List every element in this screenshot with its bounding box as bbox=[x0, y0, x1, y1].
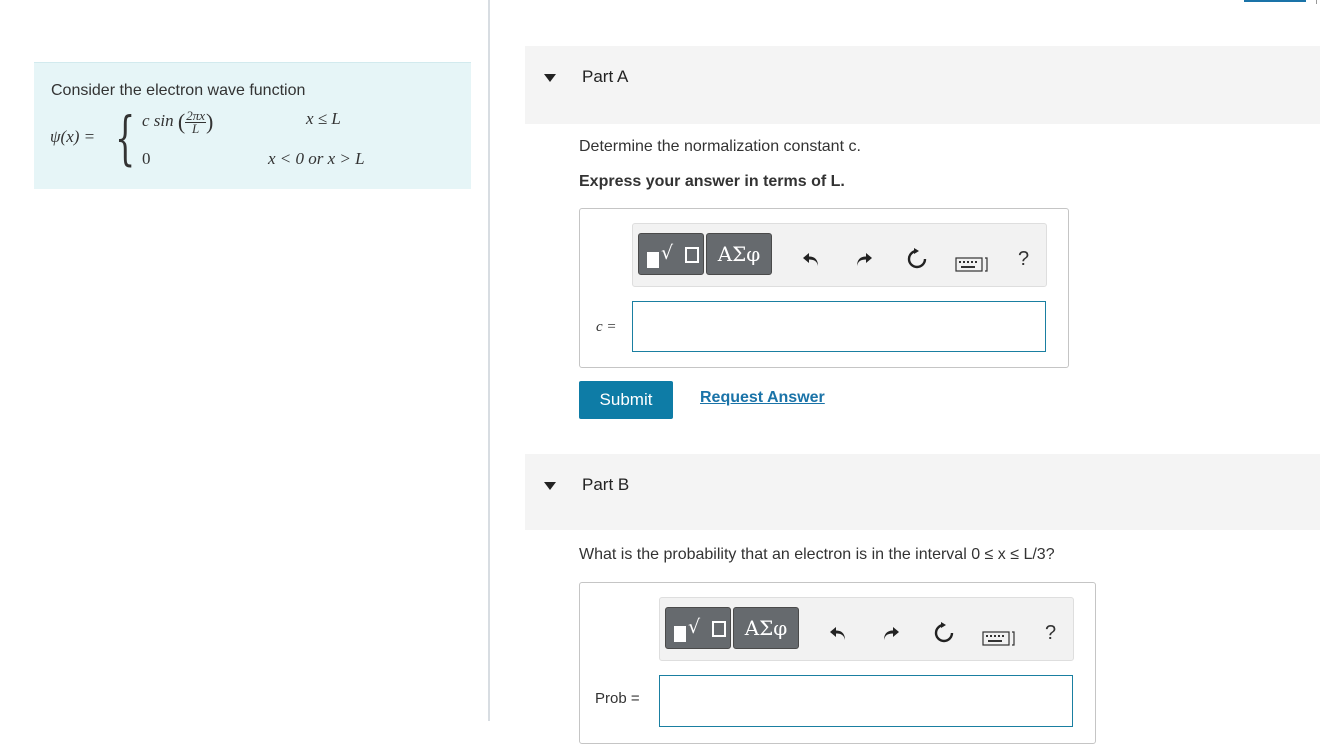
redo-icon[interactable] bbox=[878, 621, 902, 645]
request-answer-link[interactable]: Request Answer bbox=[700, 389, 825, 407]
case2-value: 0 bbox=[142, 149, 151, 168]
top-divider-tick bbox=[1316, 0, 1317, 4]
part-b-answer-input[interactable] bbox=[659, 675, 1073, 727]
templates-button[interactable]: √ bbox=[638, 233, 704, 275]
undo-icon[interactable] bbox=[800, 247, 824, 271]
math-toolbar: √ ΑΣφ ? bbox=[632, 223, 1047, 287]
case2-condition: x < 0 or x > L bbox=[268, 149, 365, 168]
piecewise-brace: { bbox=[115, 104, 136, 172]
part-a-header[interactable]: Part A bbox=[525, 46, 1320, 124]
math-toolbar: √ ΑΣφ ? bbox=[659, 597, 1074, 661]
wave-function-equation: ψ(x) = { c sin (2πx L) x ≤ L 0 x < 0 or x… bbox=[50, 104, 460, 173]
symbols-button[interactable]: ΑΣφ bbox=[706, 233, 772, 275]
help-icon[interactable]: ? bbox=[1018, 248, 1029, 271]
case1-condition: x ≤ L bbox=[306, 109, 341, 128]
case1-fraction: 2πx L bbox=[185, 107, 207, 136]
problem-statement: Consider the electron wave function ψ(x)… bbox=[34, 62, 471, 189]
part-a-answer-box: √ ΑΣφ ? c = bbox=[579, 208, 1069, 368]
part-b-question: What is the probability that an electron… bbox=[579, 546, 1055, 563]
case1-prefix: c sin bbox=[142, 110, 174, 130]
reset-icon[interactable] bbox=[932, 621, 956, 645]
reset-icon[interactable] bbox=[905, 247, 929, 271]
part-b-answer-label: Prob = bbox=[595, 690, 640, 707]
column-divider bbox=[488, 0, 490, 721]
keyboard-icon[interactable] bbox=[955, 256, 991, 274]
part-a-question: Determine the normalization constant c. bbox=[579, 138, 861, 155]
collapse-caret-icon[interactable] bbox=[544, 74, 556, 82]
part-a-title: Part A bbox=[582, 67, 629, 86]
wave-function-lhs: ψ(x) = bbox=[50, 127, 96, 146]
part-b-header[interactable]: Part B bbox=[525, 454, 1320, 530]
redo-icon[interactable] bbox=[851, 247, 875, 271]
symbols-button[interactable]: ΑΣφ bbox=[733, 607, 799, 649]
templates-icon bbox=[647, 252, 659, 268]
problem-intro: Consider the electron wave function bbox=[51, 82, 306, 99]
part-b-answer-box: √ ΑΣφ ? Prob = bbox=[579, 582, 1096, 744]
keyboard-icon[interactable] bbox=[982, 630, 1018, 648]
case1-expression: c sin (2πx L) bbox=[142, 107, 214, 136]
top-link-underline[interactable] bbox=[1244, 0, 1306, 2]
part-a-answer-label: c = bbox=[596, 319, 617, 335]
part-a-instruction: Express your answer in terms of L. bbox=[579, 173, 845, 190]
part-b-title: Part B bbox=[582, 475, 630, 494]
templates-icon bbox=[674, 626, 686, 642]
undo-icon[interactable] bbox=[827, 621, 851, 645]
part-a-answer-input[interactable] bbox=[632, 301, 1046, 352]
collapse-caret-icon[interactable] bbox=[544, 482, 556, 490]
submit-button[interactable]: Submit bbox=[579, 381, 673, 419]
help-icon[interactable]: ? bbox=[1045, 622, 1056, 645]
templates-button[interactable]: √ bbox=[665, 607, 731, 649]
